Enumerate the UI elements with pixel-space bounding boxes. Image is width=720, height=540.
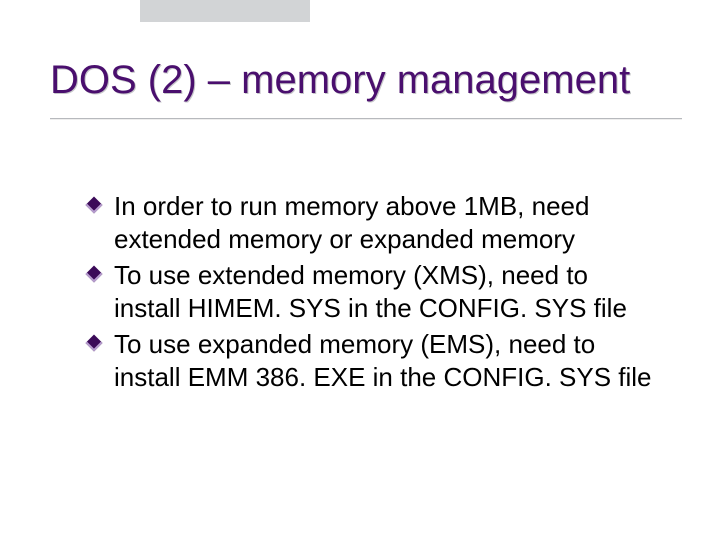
bullet-text: To use extended memory (XMS), need to in… <box>114 260 627 323</box>
diamond-bullet-icon <box>86 335 103 352</box>
bullet-text: In order to run memory above 1MB, need e… <box>114 191 589 254</box>
slide-title: DOS (2) – memory management <box>50 58 680 102</box>
slide-body: In order to run memory above 1MB, need e… <box>88 190 660 397</box>
top-accent-bar <box>140 0 310 22</box>
list-item: To use extended memory (XMS), need to in… <box>88 259 660 324</box>
slide: DOS (2) – memory management In order to … <box>0 0 720 540</box>
list-item: To use expanded memory (EMS), need to in… <box>88 328 660 393</box>
bullet-text: To use expanded memory (EMS), need to in… <box>114 329 652 392</box>
title-underline <box>50 118 682 119</box>
list-item: In order to run memory above 1MB, need e… <box>88 190 660 255</box>
diamond-bullet-icon <box>86 197 103 214</box>
diamond-bullet-icon <box>86 266 103 283</box>
